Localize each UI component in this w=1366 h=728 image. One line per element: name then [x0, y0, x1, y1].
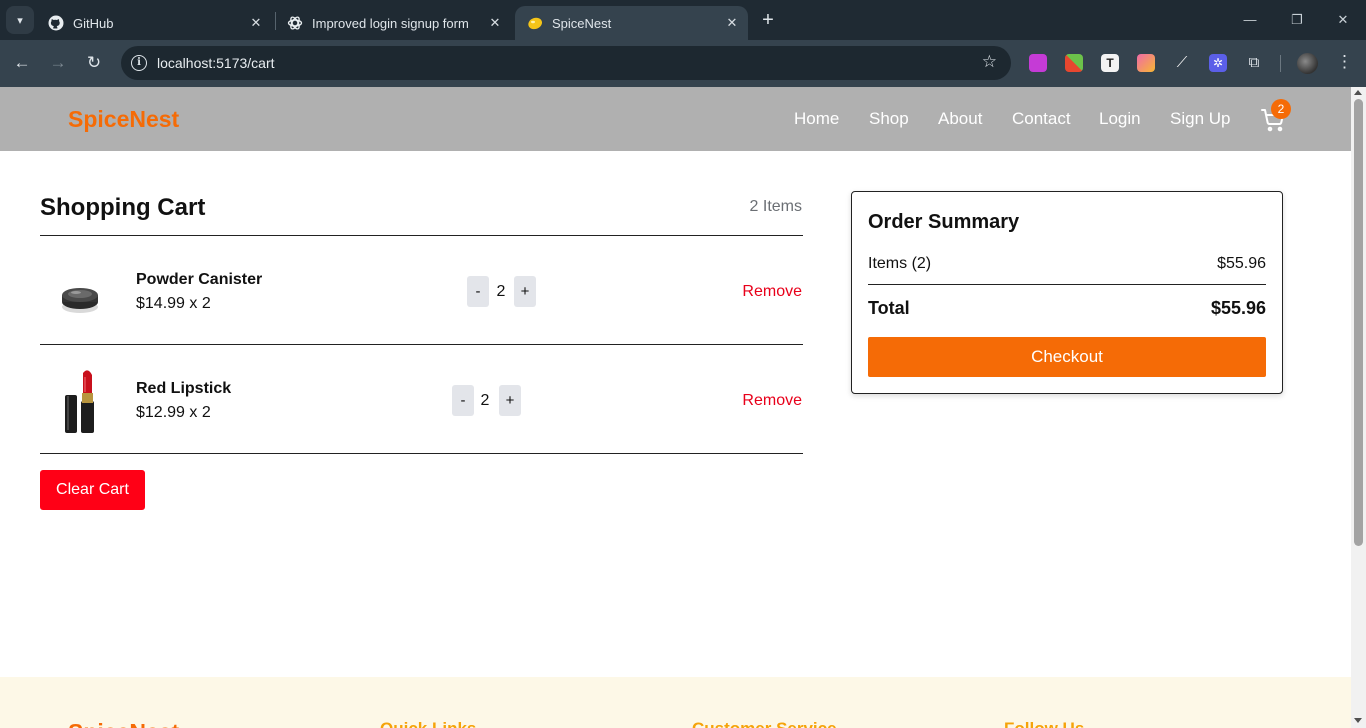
order-summary-title: Order Summary [868, 211, 1020, 233]
divider [40, 453, 803, 454]
divider [40, 235, 803, 236]
close-tab-icon[interactable]: ✕ [246, 13, 266, 33]
nav-signup[interactable]: Sign Up [1170, 109, 1230, 129]
scroll-up-arrow-icon[interactable] [1354, 90, 1362, 95]
scroll-down-arrow-icon[interactable] [1354, 718, 1362, 723]
forward-icon[interactable]: → [47, 52, 69, 74]
increase-quantity-button[interactable]: + [499, 385, 521, 416]
site-info-icon[interactable]: i [131, 55, 147, 71]
openai-icon [287, 15, 303, 31]
page-scrollbar[interactable] [1351, 87, 1366, 728]
site-header: SpiceNest Home Shop About Contact Login … [0, 87, 1351, 151]
site-footer: SpiceNest Quick Links Customer Service F… [0, 677, 1351, 728]
toolbar-divider [1280, 55, 1281, 72]
reload-icon[interactable]: ↻ [83, 52, 105, 74]
tab-title: Improved login signup form [312, 15, 469, 31]
footer-heading-customer-service: Customer Service [692, 719, 837, 728]
cart-title: Shopping Cart [40, 194, 206, 221]
tab-spicenest[interactable]: SpiceNest ✕ [515, 6, 748, 40]
profile-avatar[interactable] [1297, 53, 1318, 74]
item-price: $12.99 x 2 [136, 404, 211, 421]
extension-icon[interactable] [1137, 54, 1155, 72]
puzzle-extensions-icon[interactable]: ⧉ [1245, 54, 1263, 72]
extension-icon[interactable] [1065, 54, 1083, 72]
scrollbar-thumb[interactable] [1354, 99, 1363, 546]
nav-home[interactable]: Home [794, 109, 839, 129]
tab-search-icon[interactable]: ▾ [6, 6, 34, 34]
clear-cart-button[interactable]: Clear Cart [40, 470, 145, 510]
browser-menu-icon[interactable]: ⋮ [1336, 52, 1353, 72]
quantity-value: 2 [496, 283, 506, 300]
powder-canister-image [50, 257, 110, 329]
item-name[interactable]: Powder Canister [136, 271, 262, 289]
items-subtotal: $55.96 [1217, 255, 1266, 272]
nav-shop[interactable]: Shop [869, 109, 909, 129]
close-window-icon[interactable]: ✕ [1333, 10, 1353, 30]
increase-quantity-button[interactable]: + [514, 276, 536, 307]
extension-icon[interactable]: T [1101, 54, 1119, 72]
extension-icon[interactable] [1029, 54, 1047, 72]
cart-item-count: 2 Items [749, 198, 802, 215]
order-summary-card: Order Summary Items (2) $55.96 Total $55… [851, 191, 1283, 394]
divider [40, 344, 803, 345]
eyedropper-extension-icon[interactable]: ⟋ [1173, 54, 1191, 72]
item-name[interactable]: Red Lipstick [136, 380, 231, 398]
browser-tab-strip: ▾ GitHub ✕ Improved login signup form ✕ … [0, 0, 1366, 40]
minimize-icon[interactable]: — [1240, 10, 1260, 30]
red-lipstick-image [50, 365, 110, 437]
restore-icon[interactable]: ❐ [1287, 10, 1307, 30]
nav-contact[interactable]: Contact [1012, 109, 1071, 129]
browser-toolbar: ← → ↻ i localhost:5173/cart ☆ T ⟋ ✲ ⧉ ⋮ [0, 40, 1366, 87]
extension-icon[interactable]: ✲ [1209, 54, 1227, 72]
tab-title: SpiceNest [552, 15, 612, 31]
decrease-quantity-button[interactable]: - [452, 385, 474, 416]
footer-heading-quick-links: Quick Links [380, 719, 476, 728]
items-label: Items (2) [868, 255, 932, 272]
cart-count-badge: 2 [1271, 99, 1291, 119]
github-icon [48, 15, 64, 31]
close-tab-icon[interactable]: ✕ [485, 13, 505, 33]
checkout-button[interactable]: Checkout [868, 337, 1266, 377]
tab-login-signup[interactable]: Improved login signup form ✕ [275, 6, 511, 40]
decrease-quantity-button[interactable]: - [467, 276, 489, 307]
back-icon[interactable]: ← [11, 52, 33, 74]
remove-item-button[interactable]: Remove [700, 283, 802, 301]
address-bar[interactable]: i localhost:5173/cart ☆ [121, 46, 1011, 80]
close-tab-icon[interactable]: ✕ [722, 13, 742, 33]
bookmark-star-icon[interactable]: ☆ [982, 52, 997, 72]
address-url[interactable]: localhost:5173/cart [157, 55, 275, 71]
tab-title: GitHub [73, 15, 114, 31]
site-logo[interactable]: SpiceNest [68, 106, 179, 133]
remove-item-button[interactable]: Remove [700, 392, 802, 410]
footer-heading-follow-us: Follow Us [1004, 719, 1084, 728]
tab-github[interactable]: GitHub ✕ [36, 6, 272, 40]
footer-logo: SpiceNest [68, 719, 179, 728]
nav-login[interactable]: Login [1099, 109, 1141, 129]
new-tab-icon[interactable]: + [758, 10, 778, 30]
nav-about[interactable]: About [938, 109, 982, 129]
quantity-value: 2 [480, 392, 490, 409]
spicenest-favicon [527, 15, 543, 31]
page-viewport: SpiceNest Home Shop About Contact Login … [0, 87, 1351, 728]
item-price: $14.99 x 2 [136, 295, 211, 312]
total-label: Total [868, 298, 910, 318]
total-value: $55.96 [1210, 298, 1266, 318]
divider [868, 284, 1266, 285]
